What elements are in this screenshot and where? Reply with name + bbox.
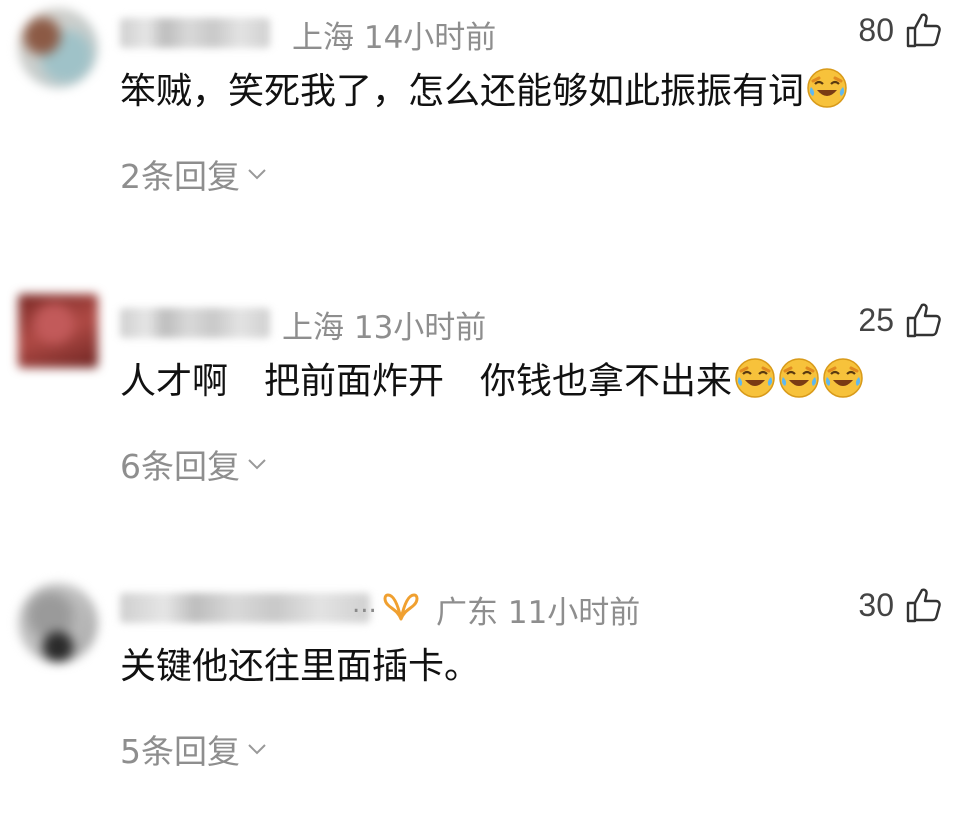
view-replies-button[interactable]: 2条回复 bbox=[120, 150, 268, 198]
comment-item-2: 上海 13小时前 25 人才啊 把前面炸开 你钱也拿不出来 6条回复 bbox=[0, 290, 960, 550]
chevron-down-icon bbox=[248, 744, 266, 755]
like-count: 80 bbox=[858, 11, 894, 48]
like-button[interactable]: 25 bbox=[858, 300, 944, 340]
thumbs-up-icon bbox=[906, 13, 941, 48]
replies-count: 6条回复 bbox=[120, 447, 240, 486]
thumbs-up-icon bbox=[906, 303, 941, 338]
location-time: 广东 11小时前 bbox=[436, 595, 641, 631]
comment-meta: 上海 14小时前 80 bbox=[120, 10, 960, 56]
comment-meta: 上海 13小时前 25 bbox=[120, 300, 960, 346]
avatar[interactable] bbox=[18, 8, 98, 88]
replies-count: 5条回复 bbox=[120, 732, 240, 771]
comment-item-1: 上海 14小时前 80 笨贼，笑死我了，怎么还能够如此振振有词 2条回复 bbox=[0, 0, 960, 260]
comment-text: 人才啊 把前面炸开 你钱也拿不出来 bbox=[120, 352, 864, 404]
view-replies-button[interactable]: 6条回复 bbox=[120, 440, 268, 488]
laughing-crying-emoji-icon bbox=[807, 68, 847, 108]
comment-body: 人才啊 把前面炸开 你钱也拿不出来 bbox=[120, 361, 733, 402]
chevron-down-icon bbox=[248, 169, 266, 180]
laughing-crying-emoji-icon bbox=[735, 358, 775, 398]
comment-item-3: ... 广东 11小时前 30 关键他还往里面插卡。 5条回复 bbox=[0, 575, 960, 835]
username-ellipsis: ... bbox=[352, 589, 377, 619]
comment-body: 关键他还往里面插卡。 bbox=[120, 646, 481, 687]
avatar[interactable] bbox=[18, 583, 98, 663]
like-count: 25 bbox=[858, 301, 894, 338]
replies-count: 2条回复 bbox=[120, 157, 240, 196]
comment-text: 笨贼，笑死我了，怎么还能够如此振振有词 bbox=[120, 62, 848, 114]
like-count: 30 bbox=[858, 586, 894, 623]
username-redacted[interactable] bbox=[120, 18, 270, 48]
location-time: 上海 13小时前 bbox=[282, 310, 487, 346]
location-time: 上海 14小时前 bbox=[292, 20, 497, 56]
like-button[interactable]: 30 bbox=[858, 585, 944, 625]
like-button[interactable]: 80 bbox=[858, 10, 944, 50]
avatar[interactable] bbox=[18, 294, 98, 368]
laughing-crying-emoji-icon bbox=[823, 358, 863, 398]
comment-meta: ... 广东 11小时前 30 bbox=[120, 585, 960, 631]
view-replies-button[interactable]: 5条回复 bbox=[120, 725, 268, 773]
comment-text: 关键他还往里面插卡。 bbox=[120, 637, 480, 689]
username-redacted[interactable] bbox=[120, 308, 270, 338]
vip-badge-icon[interactable] bbox=[382, 589, 420, 625]
laughing-crying-emoji-icon bbox=[779, 358, 819, 398]
comment-body: 笨贼，笑死我了，怎么还能够如此振振有词 bbox=[120, 71, 805, 112]
chevron-down-icon bbox=[248, 459, 266, 470]
username-redacted[interactable] bbox=[120, 593, 370, 623]
thumbs-up-icon bbox=[906, 588, 941, 623]
